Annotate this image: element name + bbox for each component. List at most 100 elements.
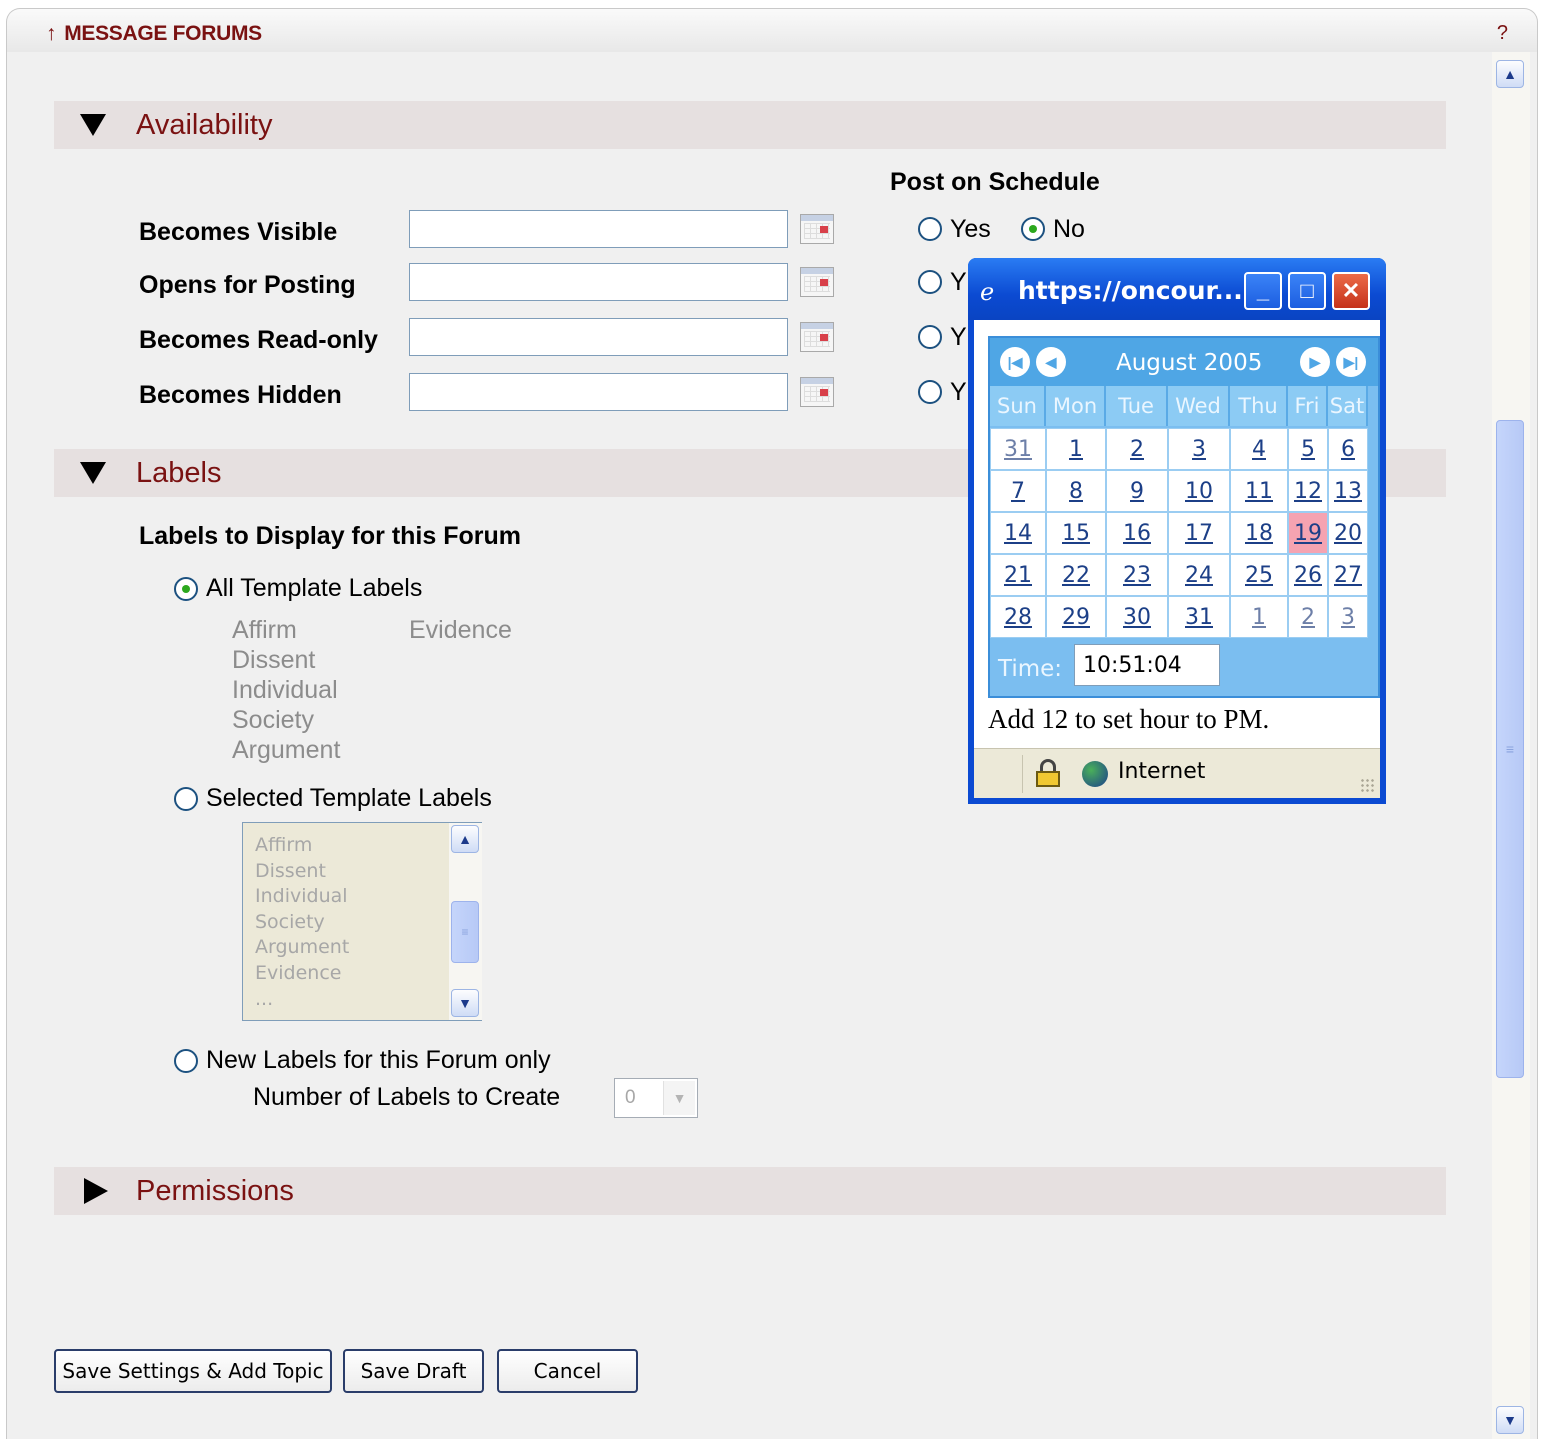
calendar-day[interactable]: 27 (1328, 554, 1368, 596)
calendar-day[interactable]: 3 (1168, 428, 1230, 470)
calendar-day[interactable]: 24 (1168, 554, 1230, 596)
calendar-day[interactable]: 9 (1106, 470, 1168, 512)
page-scrollbar[interactable]: ▲ ≡ ▼ (1492, 52, 1530, 1439)
maximize-button[interactable]: □ (1288, 272, 1326, 310)
new-labels-radio[interactable] (174, 1049, 198, 1073)
calendar-day[interactable]: 16 (1106, 512, 1168, 554)
calendar-day[interactable]: 13 (1328, 470, 1368, 512)
readonly-schedule-yes-radio[interactable] (918, 325, 942, 349)
listbox-item[interactable]: Society (255, 910, 349, 936)
next-year-icon[interactable]: ▶| (1336, 347, 1366, 377)
time-label: Time: (998, 656, 1063, 682)
weekday-header: Wed (1168, 386, 1230, 426)
visible-schedule-no-radio[interactable] (1021, 217, 1045, 241)
calendar-day[interactable]: 10 (1168, 470, 1230, 512)
resize-grip-icon[interactable] (1360, 778, 1376, 794)
becomes-read-only-label: Becomes Read-only (139, 326, 378, 354)
calendar-day[interactable]: 25 (1230, 554, 1288, 596)
calendar-day[interactable]: 17 (1168, 512, 1230, 554)
calendar-day[interactable]: 4 (1230, 428, 1288, 470)
chevron-down-icon[interactable]: ▼ (663, 1081, 695, 1115)
collapse-triangle-icon[interactable] (80, 114, 106, 136)
prev-year-icon[interactable]: |◀ (1000, 347, 1030, 377)
calendar-day[interactable]: 7 (990, 470, 1046, 512)
calendar-day[interactable]: 1 (1230, 596, 1288, 638)
prev-month-icon[interactable]: ◀ (1036, 347, 1066, 377)
status-divider (1022, 755, 1023, 793)
time-input[interactable] (1074, 644, 1220, 686)
calendar-day[interactable]: 12 (1288, 470, 1328, 512)
listbox-item[interactable]: Evidence (255, 961, 349, 987)
calendar-day[interactable]: 26 (1288, 554, 1328, 596)
permissions-section-header[interactable]: Permissions (54, 1167, 1446, 1215)
calendar-day[interactable]: 31 (990, 428, 1046, 470)
number-of-labels-select[interactable]: 0 ▼ (614, 1078, 698, 1118)
calendar-day[interactable]: 23 (1106, 554, 1168, 596)
calendar-day[interactable]: 20 (1328, 512, 1368, 554)
scroll-down-button[interactable]: ▼ (1496, 1406, 1524, 1434)
calendar-icon[interactable] (800, 214, 834, 244)
calendar-day[interactable]: 6 (1328, 428, 1368, 470)
calendar-day[interactable]: 8 (1046, 470, 1106, 512)
save-settings-add-topic-button[interactable]: Save Settings & Add Topic (54, 1349, 332, 1393)
becomes-hidden-input[interactable] (409, 373, 788, 411)
security-zone: Internet (1118, 759, 1206, 784)
calendar-icon[interactable] (800, 377, 834, 407)
next-month-icon[interactable]: ▶ (1300, 347, 1330, 377)
listbox-item[interactable]: Individual (255, 884, 349, 910)
cancel-button[interactable]: Cancel (497, 1349, 638, 1393)
minimize-button[interactable]: _ (1244, 272, 1282, 310)
calendar-day[interactable]: 29 (1046, 596, 1106, 638)
calendar-day[interactable]: 1 (1046, 428, 1106, 470)
calendar-day[interactable]: 14 (990, 512, 1046, 554)
hidden-schedule-yes-radio[interactable] (918, 380, 942, 404)
calendar-day[interactable]: 15 (1046, 512, 1106, 554)
becomes-visible-input[interactable] (409, 210, 788, 248)
calendar-popup-window[interactable]: ℯ https://oncour... _ □ ✕ |◀ ◀ August 20… (968, 258, 1386, 804)
scroll-up-button[interactable]: ▲ (1496, 60, 1524, 88)
scroll-up-button[interactable]: ▲ (451, 825, 479, 853)
becomes-read-only-input[interactable] (409, 318, 788, 356)
listbox-scrollbar[interactable]: ▲ ≡ ▼ (449, 823, 482, 1020)
scroll-thumb[interactable]: ≡ (451, 901, 479, 963)
calendar-day[interactable]: 3 (1328, 596, 1368, 638)
listbox-item[interactable]: Affirm (255, 833, 349, 859)
calendar-nav: |◀ ◀ August 2005 ▶ ▶| (990, 338, 1378, 386)
listbox-item[interactable]: ... (255, 987, 349, 1013)
tool-title[interactable]: ↑ MESSAGE FORUMS (46, 22, 262, 46)
calendar-day-today[interactable]: 19 (1288, 512, 1328, 554)
calendar-day[interactable]: 21 (990, 554, 1046, 596)
calendar-icon[interactable] (800, 322, 834, 352)
listbox-item[interactable]: Argument (255, 935, 349, 961)
calendar-icon[interactable] (800, 267, 834, 297)
calendar-day[interactable]: 31 (1168, 596, 1230, 638)
calendar-day[interactable]: 2 (1288, 596, 1328, 638)
expand-triangle-icon[interactable] (84, 1178, 108, 1204)
calendar-day[interactable]: 2 (1106, 428, 1168, 470)
section-title: Permissions (136, 1175, 294, 1207)
calendar-day[interactable]: 18 (1230, 512, 1288, 554)
posting-schedule-yes-radio[interactable] (918, 270, 942, 294)
calendar-day[interactable]: 28 (990, 596, 1046, 638)
help-link[interactable]: ? (1497, 22, 1508, 45)
availability-section-header[interactable]: Availability (54, 101, 1446, 149)
close-button[interactable]: ✕ (1332, 272, 1370, 310)
calendar-day[interactable]: 11 (1230, 470, 1288, 512)
opens-for-posting-label: Opens for Posting (139, 271, 356, 299)
template-labels-listbox[interactable]: Affirm Dissent Individual Society Argume… (242, 822, 482, 1021)
calendar-day[interactable]: 22 (1046, 554, 1106, 596)
collapse-triangle-icon[interactable] (80, 462, 106, 484)
scroll-thumb[interactable]: ≡ (1496, 420, 1524, 1078)
save-draft-button[interactable]: Save Draft (343, 1349, 484, 1393)
listbox-item[interactable]: Dissent (255, 859, 349, 885)
selected-template-labels-radio[interactable] (174, 787, 198, 811)
visible-schedule-yes-radio[interactable] (918, 217, 942, 241)
all-template-labels-radio[interactable] (174, 577, 198, 601)
weekday-header: Mon (1046, 386, 1106, 426)
popup-titlebar[interactable]: ℯ https://oncour... _ □ ✕ (968, 258, 1386, 320)
opens-for-posting-input[interactable] (409, 263, 788, 301)
calendar-day[interactable]: 30 (1106, 596, 1168, 638)
scroll-down-button[interactable]: ▼ (451, 989, 479, 1017)
label-name: Individual (232, 676, 338, 704)
calendar-day[interactable]: 5 (1288, 428, 1328, 470)
